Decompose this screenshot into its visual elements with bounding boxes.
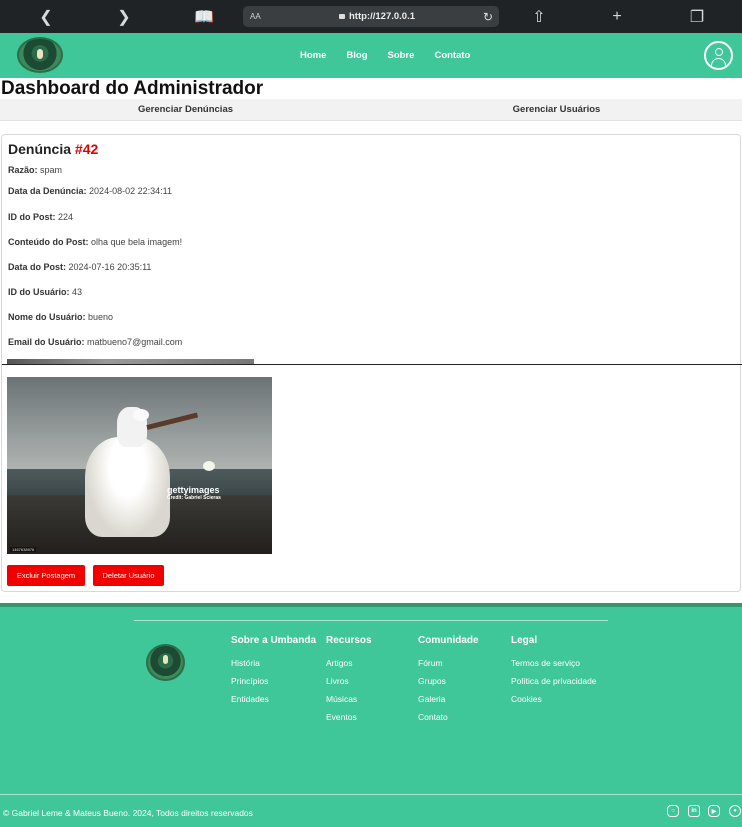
delete-user-button[interactable]: Deletar Usuário <box>93 565 164 586</box>
footer-col-about: Sobre a Umbanda História Princípios Enti… <box>231 635 317 704</box>
image-watermark: gettyimages Credit: Gabriel Scieras <box>167 485 221 501</box>
footer-link[interactable]: Fórum <box>418 658 479 668</box>
new-tab-icon[interactable]: + <box>605 0 629 33</box>
field-user-email: Email do Usuário: matbueno7@gmail.com <box>8 337 183 347</box>
footer-col-community: Comunidade Fórum Grupos Galeria Contato <box>418 635 479 722</box>
footer-link[interactable]: Músicas <box>326 694 372 704</box>
url-text: http://127.0.0.1 <box>339 11 415 22</box>
nav-home[interactable]: Home <box>300 50 326 61</box>
delete-post-button[interactable]: Excluir Postagem <box>7 565 85 586</box>
footer-col-legal: Legal Termos de serviço Política de priv… <box>511 635 597 704</box>
footer-link[interactable]: Artigos <box>326 658 372 668</box>
footer-col-resources: Recursos Artigos Livros Músicas Eventos <box>326 635 372 722</box>
field-user-id: ID do Usuário: 43 <box>8 287 83 297</box>
text-size-button[interactable]: AA <box>250 12 261 21</box>
forward-icon[interactable]: ❯ <box>112 0 136 33</box>
footer-link[interactable]: História <box>231 658 316 668</box>
tab-manage-users[interactable]: Gerenciar Usuários <box>371 99 742 120</box>
field-post-date: Data do Post: 2024-07-16 20:35:11 <box>8 262 152 272</box>
nav-contato[interactable]: Contato <box>434 50 470 61</box>
footer-link[interactable]: Eventos <box>326 712 372 722</box>
footer-link[interactable]: Entidades <box>231 694 316 704</box>
youtube-icon[interactable]: ▶ <box>708 805 720 817</box>
field-reason: Razão: spam <box>8 165 63 175</box>
post-image: gettyimages Credit: Gabriel Scieras 1467… <box>7 377 272 554</box>
footer-bottom-divider <box>0 794 742 795</box>
footer-link[interactable]: Princípios <box>231 676 316 686</box>
site-header: Home Blog Sobre Contato <box>0 33 742 78</box>
tabs-overview-icon[interactable]: ❐ <box>685 0 709 33</box>
back-icon[interactable]: ❮ <box>34 0 58 33</box>
admin-tabs: Gerenciar Denúncias Gerenciar Usuários <box>0 99 742 121</box>
browser-toolbar: ❮ ❯ 📖 AA http://127.0.0.1 ↻ ⇧ + ❐ <box>0 0 742 33</box>
lock-icon <box>339 14 345 19</box>
linkedin-icon[interactable]: in <box>688 805 700 817</box>
field-post-content: Conteúdo do Post: olha que bela imagem! <box>8 237 183 247</box>
nav-blog[interactable]: Blog <box>346 50 367 61</box>
main-nav: Home Blog Sobre Contato <box>300 33 470 78</box>
nav-sobre[interactable]: Sobre <box>388 50 415 61</box>
copyright-text: © Gabriel Leme & Mateus Bueno. 2024, Tod… <box>3 808 253 818</box>
page-title: Dashboard do Administrador <box>1 78 264 99</box>
profile-icon[interactable] <box>704 41 733 70</box>
field-report-date: Data da Denúncia: 2024-08-02 22:34:11 <box>8 186 172 196</box>
footer-link[interactable]: Política de privacidade <box>511 676 597 686</box>
footer-link[interactable]: Galeria <box>418 694 479 704</box>
github-icon[interactable]: ● <box>729 805 741 817</box>
site-footer: Sobre a Umbanda História Princípios Enti… <box>0 603 742 827</box>
footer-link[interactable]: Grupos <box>418 676 479 686</box>
footer-link[interactable]: Contato <box>418 712 479 722</box>
footer-link[interactable]: Cookies <box>511 694 597 704</box>
tab-manage-reports[interactable]: Gerenciar Denúncias <box>0 99 371 120</box>
reader-book-icon[interactable]: 📖 <box>192 0 216 33</box>
share-icon[interactable]: ⇧ <box>527 0 551 33</box>
report-number: #42 <box>74 141 99 157</box>
site-logo[interactable] <box>17 37 63 73</box>
divider <box>2 364 742 365</box>
reload-icon[interactable]: ↻ <box>483 10 493 24</box>
instagram-icon[interactable]: ○ <box>667 805 679 817</box>
footer-link[interactable]: Termos de serviço <box>511 658 597 668</box>
footer-divider <box>134 620 608 621</box>
report-title: Denúncia #42 <box>8 141 99 157</box>
field-user-name: Nome do Usuário: bueno <box>8 312 114 322</box>
address-bar[interactable]: AA http://127.0.0.1 ↻ <box>243 6 499 27</box>
report-card: Denúncia #42 Razão: spam Data da Denúnci… <box>1 134 742 592</box>
field-post-id: ID do Post: 224 <box>8 212 74 222</box>
footer-logo <box>146 644 185 681</box>
footer-link[interactable]: Livros <box>326 676 372 686</box>
image-id: 1467638976 <box>10 547 37 552</box>
